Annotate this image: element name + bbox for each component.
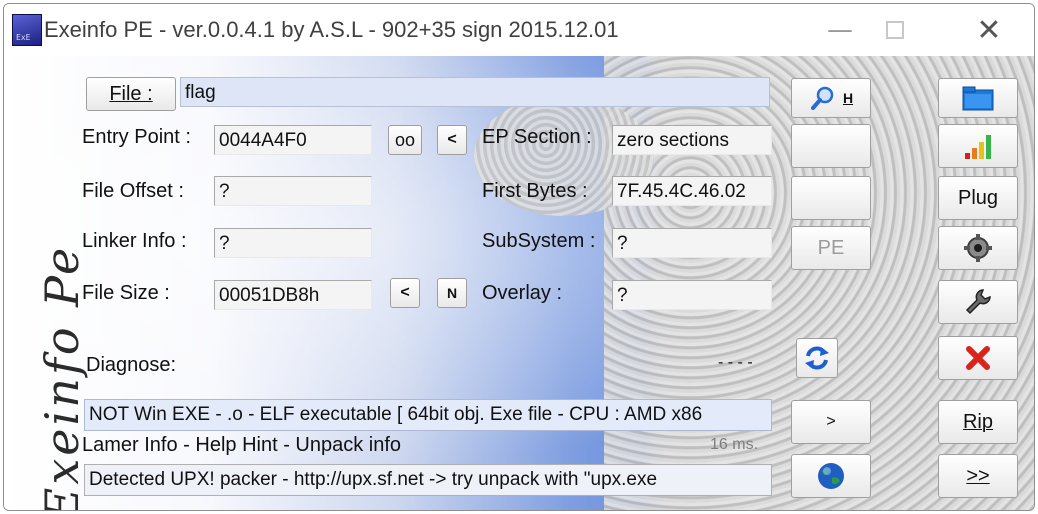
subsystem-label: SubSystem : (482, 230, 596, 252)
maximize-icon (886, 21, 904, 39)
app-window: ExE Exeinfo PE - ver.0.0.4.1 by A.S.L - … (3, 3, 1035, 511)
rip-button-label: Rip (962, 410, 993, 433)
next-button[interactable]: > (791, 400, 871, 444)
open-file-button[interactable] (938, 78, 1018, 118)
size-prev-button[interactable]: < (390, 278, 420, 308)
diagnose-dashes: - - - - (718, 354, 753, 371)
signal-bars-icon (965, 135, 991, 159)
plug-button[interactable]: Plug (938, 176, 1018, 220)
logo-text: Exeinfo Pe (35, 244, 89, 511)
unpack-hint-field[interactable]: Detected UPX! packer - http://upx.sf.net… (84, 464, 772, 496)
tools-button[interactable] (938, 280, 1018, 324)
main-panel: Exeinfo Pe File : flag Entry Point : 004… (4, 56, 1034, 511)
app-icon-text: ExE (16, 33, 31, 42)
search-h-button[interactable]: H (791, 78, 871, 118)
file-size-label: File Size : (82, 282, 170, 304)
refresh-button[interactable] (796, 338, 838, 378)
file-size-field[interactable]: 00051DB8h (214, 280, 372, 310)
refresh-icon (805, 346, 829, 370)
gear-icon (964, 234, 992, 262)
close-button[interactable]: ✕ (966, 4, 1012, 56)
globe-icon (818, 463, 844, 489)
first-bytes-field[interactable]: 7F.45.4C.46.02 (612, 176, 772, 206)
more-button-label: >> (966, 464, 990, 487)
oo-button[interactable]: oo (388, 125, 422, 155)
entry-point-field[interactable]: 0044A4F0 (214, 125, 372, 155)
stats-button[interactable] (938, 124, 1018, 168)
file-offset-label: File Offset : (82, 180, 184, 202)
file-offset-field[interactable]: ? (214, 176, 372, 206)
subsystem-field[interactable]: ? (612, 228, 772, 258)
ep-prev-button[interactable]: < (437, 125, 467, 155)
linker-info-field[interactable]: ? (214, 228, 372, 258)
entry-point-label: Entry Point : (82, 126, 191, 148)
minimize-button[interactable]: — (817, 4, 863, 56)
overlay-label: Overlay : (482, 282, 563, 304)
app-icon[interactable]: ExE (12, 14, 42, 46)
search-h-label: H (842, 90, 854, 106)
scan-time-label: 16 ms. (710, 436, 759, 453)
rip-button[interactable]: Rip (938, 400, 1018, 444)
file-button-label: File : (109, 82, 153, 105)
more-button[interactable]: >> (938, 454, 1018, 498)
close-x-icon (966, 346, 990, 370)
pe-button[interactable]: PE (791, 226, 871, 270)
ep-section-field[interactable]: zero sections (612, 125, 772, 155)
empty-button-2[interactable] (791, 176, 871, 220)
magnifier-icon (810, 86, 834, 110)
exeinfo-logo: Exeinfo Pe (12, 236, 92, 511)
size-n-button[interactable]: N (437, 278, 467, 308)
maximize-button[interactable] (872, 4, 918, 56)
lamer-info-label: Lamer Info - Help Hint - Unpack info (82, 434, 402, 456)
linker-info-label: Linker Info : (82, 230, 187, 252)
file-path-field[interactable]: flag (180, 77, 770, 107)
wrench-icon (965, 289, 991, 315)
file-button[interactable]: File : (86, 77, 176, 111)
empty-button-1[interactable] (791, 124, 871, 168)
overlay-field[interactable]: ? (612, 280, 772, 310)
exit-button[interactable] (938, 336, 1018, 380)
diagnose-label: Diagnose: (86, 354, 177, 376)
diagnose-result-field[interactable]: NOT Win EXE - .o - ELF executable [ 64bi… (84, 399, 772, 431)
folder-icon (962, 86, 994, 111)
window-title: Exeinfo PE - ver.0.0.4.1 by A.S.L - 902+… (44, 17, 619, 42)
web-button[interactable] (791, 454, 871, 498)
first-bytes-label: First Bytes : (482, 180, 588, 202)
title-bar[interactable]: ExE Exeinfo PE - ver.0.0.4.1 by A.S.L - … (4, 4, 1034, 56)
options-button[interactable] (938, 226, 1018, 270)
ep-section-label: EP Section : (482, 126, 592, 148)
